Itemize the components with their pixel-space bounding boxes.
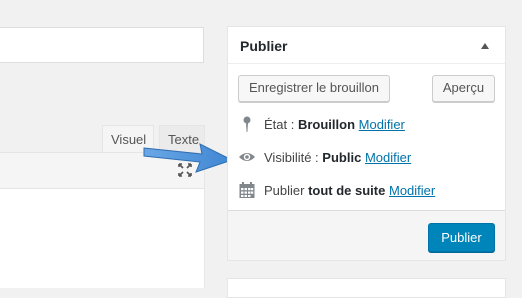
publish-metabox-title: Publier — [240, 38, 288, 54]
publish-metabox: Publier Enregistrer le brouillon Aperçu … — [227, 26, 506, 261]
editor-content-area[interactable] — [0, 188, 205, 288]
edit-status-link[interactable]: Modifier — [359, 117, 405, 132]
post-title-input[interactable] — [0, 27, 204, 63]
pin-icon — [243, 116, 251, 132]
schedule-label: Publier — [264, 183, 309, 198]
save-draft-button[interactable]: Enregistrer le brouillon — [238, 75, 390, 102]
calendar-icon — [239, 182, 255, 198]
edit-schedule-link[interactable]: Modifier — [389, 183, 435, 198]
visibility-label: Visibilité : — [264, 150, 323, 165]
edit-visibility-link[interactable]: Modifier — [365, 150, 411, 165]
eye-icon — [239, 153, 255, 161]
status-value: Brouillon — [297, 117, 356, 132]
publish-button[interactable]: Publier — [428, 223, 495, 252]
triangle-up-icon[interactable] — [480, 42, 490, 50]
status-label: État : — [264, 117, 298, 132]
preview-button[interactable]: Aperçu — [432, 75, 495, 102]
next-metabox — [227, 278, 506, 298]
publish-actions: Publier — [228, 210, 505, 260]
visibility-value: Public — [322, 150, 362, 165]
schedule-value: tout de suite — [308, 183, 386, 198]
publish-metabox-header[interactable]: Publier — [228, 27, 505, 64]
pointer-arrow-icon — [143, 143, 234, 173]
